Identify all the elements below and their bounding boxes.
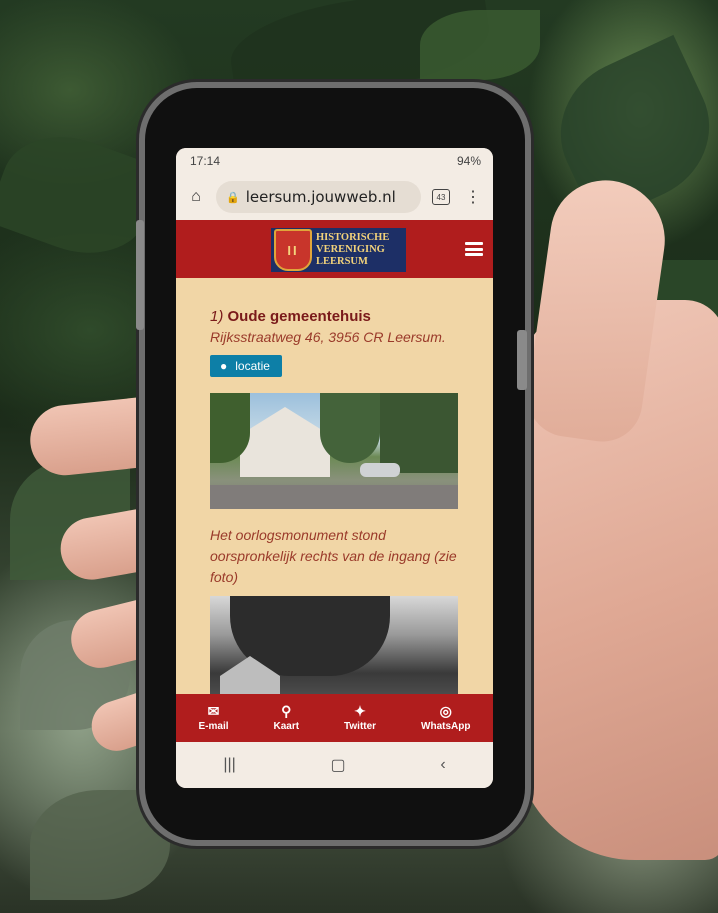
bottom-nav-bar: ✉ E-mail ⚲ Kaart ✦ Twitter ◎ WhatsApp <box>176 694 493 742</box>
lock-icon: 🔒 <box>226 190 240 204</box>
home-icon[interactable]: ⌂ <box>184 185 208 209</box>
logo-line-2: VERENIGING <box>316 244 385 255</box>
nav-email[interactable]: ✉ E-mail <box>198 704 228 732</box>
twitter-icon: ✦ <box>354 703 366 719</box>
url-text: leersum.jouwweb.nl <box>245 188 396 206</box>
location-button-label: locatie <box>235 359 270 373</box>
home-button-icon[interactable]: ▢ <box>331 755 346 775</box>
page-content: 1) Oude gemeentehuis Rijksstraatweg 46, … <box>176 278 493 694</box>
coat-of-arms-icon: II <box>274 229 312 271</box>
nav-whatsapp[interactable]: ◎ WhatsApp <box>421 704 470 732</box>
system-navigation-bar: ||| ▢ ‹ <box>176 742 493 788</box>
tabs-button[interactable]: 43 <box>429 185 453 209</box>
hamburger-menu-icon[interactable] <box>465 242 483 256</box>
logo-line-3: LEERSUM <box>316 256 368 267</box>
back-icon[interactable]: ‹ <box>440 756 445 774</box>
map-pin-icon: ⚲ <box>281 703 292 719</box>
browser-toolbar: ⌂ 🔒 leersum.jouwweb.nl 43 ⋮ <box>176 174 493 220</box>
whatsapp-icon: ◎ <box>439 703 452 719</box>
article-title: 1) Oude gemeentehuis <box>210 308 469 325</box>
photo-caption: Het oorlogsmonument stond oorspronkelijk… <box>210 527 457 585</box>
status-time: 17:14 <box>190 154 221 168</box>
tabs-count: 43 <box>432 189 450 205</box>
nav-whatsapp-label: WhatsApp <box>421 721 471 732</box>
status-bar: 17:14 94% <box>176 148 493 174</box>
article-name: Oude gemeentehuis <box>227 308 371 325</box>
map-pin-icon: ● <box>220 359 228 373</box>
logo-line-1: HISTORISCHE <box>316 232 390 243</box>
nav-twitter[interactable]: ✦ Twitter <box>344 704 376 732</box>
nav-twitter-label: Twitter <box>344 721 377 732</box>
address-bar[interactable]: 🔒 leersum.jouwweb.nl <box>216 181 421 213</box>
recent-apps-icon[interactable]: ||| <box>223 756 235 774</box>
article-address: Rijksstraatweg 46, 3956 CR Leersum. <box>210 329 446 345</box>
power-button <box>517 330 527 390</box>
nav-email-label: E-mail <box>198 721 229 732</box>
historic-photo[interactable] <box>210 596 458 694</box>
volume-button <box>136 220 144 330</box>
site-logo[interactable]: II HISTORISCHE VERENIGING LEERSUM <box>271 228 406 272</box>
envelope-icon: ✉ <box>207 703 220 719</box>
site-header: II HISTORISCHE VERENIGING LEERSUM <box>176 220 493 278</box>
building-photo[interactable] <box>210 393 458 509</box>
phone-screen: 17:14 94% ⌂ 🔒 leersum.jouwweb.nl 43 ⋮ II… <box>176 148 493 788</box>
nav-kaart[interactable]: ⚲ Kaart <box>273 704 299 732</box>
status-battery: 94% <box>456 154 481 168</box>
location-button[interactable]: ● locatie <box>210 355 282 377</box>
nav-kaart-label: Kaart <box>273 721 300 732</box>
article-number: 1) <box>210 308 224 325</box>
more-menu-icon[interactable]: ⋮ <box>461 185 485 209</box>
